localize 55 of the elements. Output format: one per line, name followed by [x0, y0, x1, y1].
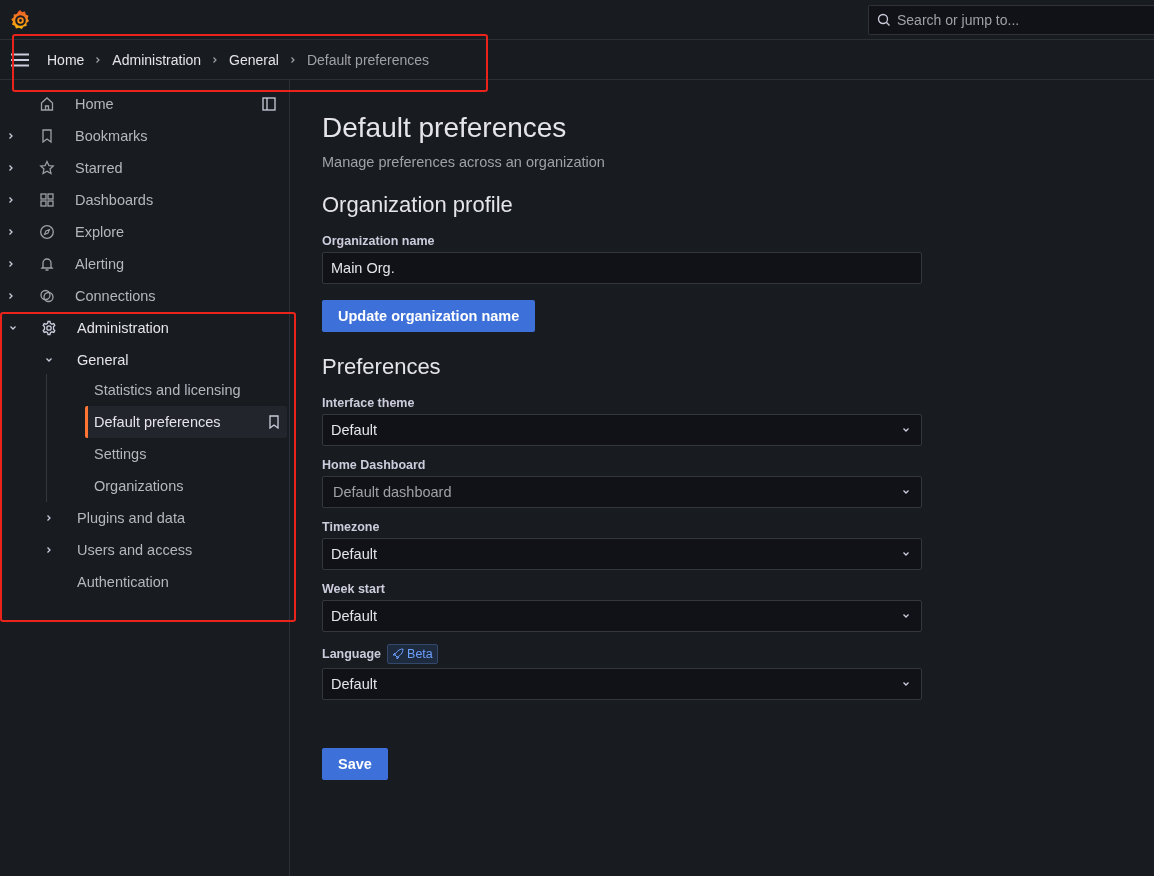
page-subtitle: Manage preferences across an organization	[322, 154, 606, 170]
nav-item[interactable]: Statistics and licensing	[85, 374, 287, 406]
nav-item[interactable]: Connections	[0, 280, 281, 312]
field-label: Language	[322, 647, 382, 661]
search-field[interactable]: Search or jump to...	[868, 4, 1154, 35]
text-field[interactable]: Main Org.	[322, 252, 922, 284]
field-label: Interface theme	[322, 396, 415, 410]
select-field[interactable]: Default	[322, 414, 922, 446]
select-field[interactable]: Default	[322, 538, 922, 570]
chevron-right-icon	[288, 55, 297, 64]
nav-item[interactable]: Authentication	[2, 566, 286, 598]
field-label: Timezone	[322, 520, 380, 534]
search-icon	[877, 12, 891, 27]
beta-badge: Beta	[387, 644, 438, 664]
field-label: Home Dashboard	[322, 458, 426, 472]
section-heading: Organization profile	[322, 192, 514, 218]
nav-item[interactable]: Bookmarks	[0, 120, 281, 152]
nav-item[interactable]: Dashboards	[0, 184, 281, 216]
nav-item[interactable]: Alerting	[0, 248, 281, 280]
nav-item[interactable]: Plugins and data	[2, 502, 286, 534]
nav-item[interactable]: Users and access	[2, 534, 286, 566]
nav-item[interactable]: Default preferences	[85, 406, 287, 438]
select-field[interactable]: Default	[322, 600, 922, 632]
nav-item[interactable]: Organizations	[85, 470, 287, 502]
bookmark-icon	[39, 128, 55, 144]
settings-icon	[41, 320, 57, 336]
nav-item[interactable]: General	[2, 344, 286, 376]
nav-item[interactable]: Starred	[0, 152, 281, 184]
dock-icon[interactable]	[262, 97, 276, 111]
select-field[interactable]: Default dashboard	[322, 476, 922, 508]
star-icon	[39, 160, 55, 176]
page-title: Default preferences	[322, 112, 568, 144]
breadcrumb-link[interactable]: General	[229, 51, 279, 68]
compass-icon	[39, 224, 55, 240]
nav-item[interactable]: Home	[0, 88, 281, 120]
primary-button[interactable]: Update organization name	[322, 300, 536, 332]
breadcrumb-link[interactable]: Administration	[112, 51, 202, 68]
bell-icon	[39, 256, 55, 272]
nav-item[interactable]: Settings	[85, 438, 287, 470]
nav-item[interactable]: Explore	[0, 216, 281, 248]
section-heading: Preferences	[322, 354, 442, 380]
select-field[interactable]: Default	[322, 668, 922, 700]
breadcrumb-link[interactable]: Home	[47, 51, 85, 68]
home-icon	[39, 96, 55, 112]
menu-icon[interactable]	[10, 52, 30, 67]
field-label: Week start	[322, 582, 385, 596]
breadcrumb-current: Default preferences	[306, 51, 430, 68]
rocket-icon	[392, 648, 405, 660]
primary-button[interactable]: Save	[322, 748, 388, 780]
connections-icon	[39, 288, 55, 304]
field-label: Organization name	[322, 234, 435, 248]
logo-icon[interactable]	[8, 7, 32, 32]
nav-item[interactable]: Administration	[2, 312, 286, 344]
grid-icon	[39, 192, 55, 208]
bookmark-icon[interactable]	[268, 415, 280, 429]
